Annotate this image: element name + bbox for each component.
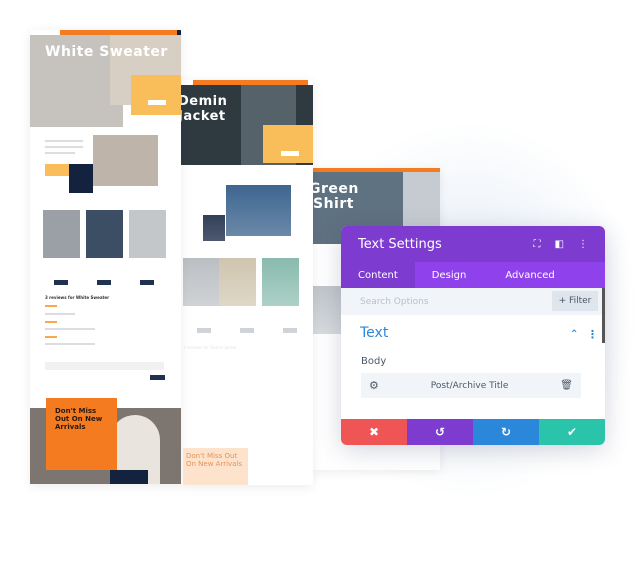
undo-icon[interactable]: ↺ [407, 419, 473, 445]
filter-button[interactable]: + Filter [552, 291, 598, 311]
tab-content[interactable]: Content [341, 262, 415, 288]
scrollbar[interactable] [602, 288, 605, 343]
product-image [93, 135, 158, 186]
more-icon[interactable]: ⋮ [578, 239, 588, 250]
redo-icon[interactable]: ↻ [473, 419, 539, 445]
section-more-icon[interactable]: ⋮ [587, 328, 598, 341]
text-settings-panel: Text Settings ⛶ ◧ ⋮ Content Design Advan… [341, 226, 605, 445]
tab-advanced[interactable]: Advanced [483, 262, 571, 288]
section-title[interactable]: Text [360, 325, 388, 341]
page-mockup-white-sweater: White Sweater 3 reviews for White Sweate… [30, 30, 181, 484]
close-icon[interactable]: ✖ [341, 419, 407, 445]
panel-footer: ✖ ↺ ↻ ✔ [341, 419, 605, 445]
panel-tabs: Content Design Advanced [341, 262, 605, 288]
gear-icon[interactable]: ⚙ [369, 379, 379, 392]
page-title: Green Shirt [313, 182, 359, 212]
dynamic-content-field[interactable]: ⚙ Post/Archive Title 🗑 [361, 373, 581, 398]
search-placeholder: Search Options [360, 296, 429, 307]
tab-design[interactable]: Design [415, 262, 484, 288]
panel-title: Text Settings [358, 236, 442, 252]
review-input [45, 362, 164, 370]
page-title: Demin Jacket [181, 94, 228, 124]
chevron-up-icon[interactable]: ⌃ [570, 329, 578, 340]
field-label: Body [361, 356, 387, 367]
check-icon[interactable]: ✔ [539, 419, 605, 445]
banner-text: Don't Miss Out On New Arrivals [186, 452, 243, 468]
reviews-heading: 3 reviews for White Sweater [45, 295, 110, 300]
expand-icon[interactable]: ⛶ [534, 239, 541, 250]
page-title: White Sweater [45, 44, 168, 60]
trash-icon[interactable]: 🗑 [560, 380, 573, 391]
panel-header: Text Settings ⛶ ◧ ⋮ [341, 226, 605, 262]
page-mockup-demin-jacket: Demin Jacket 3 reviews for Demin Jacket … [181, 80, 313, 485]
field-value: Post/Archive Title [430, 380, 509, 391]
banner-text: Don't Miss Out On New Arrivals [55, 407, 103, 431]
search-options-input[interactable]: Search Options + Filter [341, 288, 605, 315]
split-view-icon[interactable]: ◧ [555, 239, 564, 250]
